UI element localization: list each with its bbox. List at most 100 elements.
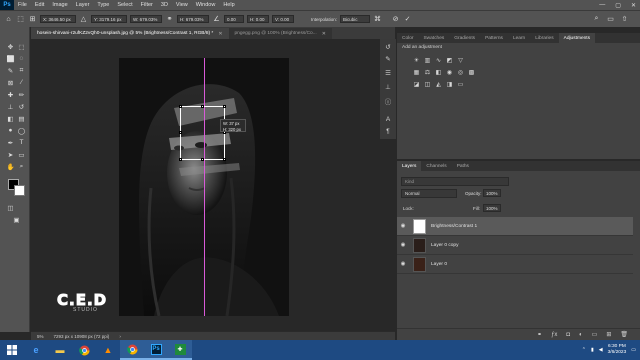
- invert-icon[interactable]: ◪: [413, 81, 420, 88]
- brush-settings-icon[interactable]: ✎: [384, 55, 392, 63]
- menu-filter[interactable]: Filter: [137, 2, 157, 8]
- cancel-icon[interactable]: ⊘: [391, 15, 400, 24]
- paragraph-icon[interactable]: ¶: [384, 127, 392, 135]
- canvas-area[interactable]: W: 37 px H: 320 px C.E.D STUDIO: [31, 39, 395, 331]
- clock[interactable]: 6:30 PM 3/6/2023: [608, 344, 627, 356]
- transform-handle[interactable]: [179, 158, 182, 161]
- windows-start-icon[interactable]: [0, 340, 24, 360]
- height-field[interactable]: H: 679.03%: [177, 15, 209, 23]
- hand-tool-icon[interactable]: ✋: [6, 162, 15, 171]
- properties-icon[interactable]: ☰: [384, 69, 392, 77]
- info-icon[interactable]: ⓘ: [384, 97, 392, 106]
- share-icon[interactable]: ⇧: [620, 15, 629, 24]
- transform-handle[interactable]: [179, 105, 182, 108]
- chrome-icon[interactable]: [120, 340, 144, 360]
- close-button[interactable]: ✕: [631, 2, 636, 9]
- menu-window[interactable]: Window: [192, 2, 220, 8]
- interpolation-select[interactable]: Bicubic: [340, 15, 371, 23]
- trash-icon[interactable]: 🗑: [620, 331, 628, 338]
- color-lookup-icon[interactable]: ▩: [468, 69, 475, 76]
- photo-filter-icon[interactable]: ◉: [446, 69, 453, 76]
- gradient-map-icon[interactable]: ▭: [457, 81, 464, 88]
- link-icon[interactable]: ⚭: [165, 15, 174, 24]
- eyedropper-tool-icon[interactable]: ⁄: [17, 78, 26, 87]
- tab-adjustments[interactable]: Adjustments: [558, 33, 596, 43]
- type-tool-icon[interactable]: T: [17, 138, 26, 147]
- move-tool-icon[interactable]: ✥: [6, 42, 15, 51]
- blend-mode-select[interactable]: Normal: [401, 189, 457, 198]
- folder-icon[interactable]: ▬: [48, 340, 72, 360]
- eraser-tool-icon[interactable]: ◧: [6, 114, 15, 123]
- clone-stamp-tool-icon[interactable]: ⊥: [6, 102, 15, 111]
- threshold-icon[interactable]: ◭: [435, 81, 442, 88]
- blur-tool-icon[interactable]: ●: [6, 126, 15, 135]
- curves-icon[interactable]: ∿: [435, 57, 442, 64]
- artboard-tool-icon[interactable]: ⬚: [17, 42, 26, 51]
- eye-icon[interactable]: ◉: [397, 242, 409, 248]
- rectangle-tool-icon[interactable]: ▭: [17, 150, 26, 159]
- dodge-tool-icon[interactable]: ◯: [17, 126, 26, 135]
- link-layers-icon[interactable]: ⚭: [537, 331, 542, 338]
- transform-bounding-box[interactable]: [179, 105, 226, 161]
- transform-handle[interactable]: [223, 158, 226, 161]
- vlc-icon[interactable]: ▲: [96, 340, 120, 360]
- x-field[interactable]: X: 3646.50 px: [40, 15, 76, 23]
- black-white-icon[interactable]: ◧: [435, 69, 442, 76]
- volume-icon[interactable]: ◀: [599, 347, 603, 353]
- layer-style-icon[interactable]: ƒx: [551, 332, 557, 338]
- tab-learn[interactable]: Learn: [508, 33, 530, 43]
- tab-layers[interactable]: Layers: [397, 161, 422, 171]
- adjustment-layer-icon[interactable]: ◐: [579, 332, 583, 338]
- transform-handle[interactable]: [179, 131, 182, 134]
- background-color-swatch[interactable]: [14, 185, 25, 196]
- opacity-field[interactable]: 100%: [483, 189, 501, 197]
- new-layer-icon[interactable]: ⊞: [606, 331, 611, 338]
- menu-type[interactable]: Type: [93, 2, 113, 8]
- eye-icon[interactable]: ◉: [397, 261, 409, 267]
- angle-field[interactable]: 0.00: [224, 15, 244, 23]
- layer-row[interactable]: ◉ Layer 0 copy: [397, 236, 633, 255]
- delta-icon[interactable]: △: [79, 15, 88, 24]
- width-field[interactable]: W: 679.03%: [130, 15, 162, 23]
- crop-tool-icon[interactable]: ⌗: [17, 66, 26, 75]
- tab-libraries[interactable]: Libraries: [530, 33, 558, 43]
- menu-select[interactable]: Select: [113, 2, 136, 8]
- network-icon[interactable]: ▮: [591, 347, 594, 353]
- screen-mode-icon[interactable]: ▣: [12, 215, 21, 224]
- hue-saturation-icon[interactable]: ▦: [413, 69, 420, 76]
- healing-brush-tool-icon[interactable]: ✚: [6, 90, 15, 99]
- tab-document-active[interactable]: hosein-shirvani-r2ufKZ2vQh0-unsplash.jpg…: [31, 28, 229, 39]
- brightness-contrast-icon[interactable]: ☀: [413, 57, 420, 64]
- new-group-icon[interactable]: ▭: [592, 331, 598, 338]
- y-field[interactable]: Y: 3179.16 px: [91, 15, 127, 23]
- warp-icon[interactable]: ⌘: [373, 15, 382, 24]
- notification-icon[interactable]: ▭: [631, 347, 636, 353]
- menu-3d[interactable]: 3D: [157, 2, 172, 8]
- menu-edit[interactable]: Edit: [31, 2, 48, 8]
- levels-icon[interactable]: ▥: [424, 57, 431, 64]
- ie-icon[interactable]: e: [24, 340, 48, 360]
- history-brush-tool-icon[interactable]: ↺: [17, 102, 26, 111]
- home-icon[interactable]: ⌂: [4, 15, 13, 24]
- camtasia-icon[interactable]: ✚: [168, 340, 192, 360]
- selective-color-icon[interactable]: ◨: [446, 81, 453, 88]
- tray-arrow-icon[interactable]: ⌃: [582, 347, 586, 353]
- transform-handle[interactable]: [201, 105, 204, 108]
- path-selection-tool-icon[interactable]: ➤: [6, 150, 15, 159]
- menu-file[interactable]: File: [14, 2, 31, 8]
- tab-color[interactable]: Color: [397, 33, 418, 43]
- channel-mixer-icon[interactable]: ◎: [457, 69, 464, 76]
- layer-row[interactable]: ◉ Brightness/Contrast 1: [397, 217, 633, 236]
- close-icon[interactable]: ✕: [218, 31, 222, 37]
- fill-field[interactable]: 100%: [483, 204, 501, 212]
- layer-row[interactable]: ◉ Layer 0: [397, 255, 633, 274]
- tab-swatches[interactable]: Swatches: [418, 33, 449, 43]
- transform-handle[interactable]: [201, 158, 204, 161]
- vibrance-icon[interactable]: ▽: [457, 57, 464, 64]
- clone-source-icon[interactable]: ⊥: [384, 83, 392, 91]
- h-skew-field[interactable]: H: 0.00: [247, 15, 269, 23]
- reference-point-icon[interactable]: ⊞: [28, 15, 37, 24]
- chrome-icon[interactable]: [72, 340, 96, 360]
- minimize-button[interactable]: —: [599, 2, 605, 8]
- frame-tool-icon[interactable]: ⊠: [6, 78, 15, 87]
